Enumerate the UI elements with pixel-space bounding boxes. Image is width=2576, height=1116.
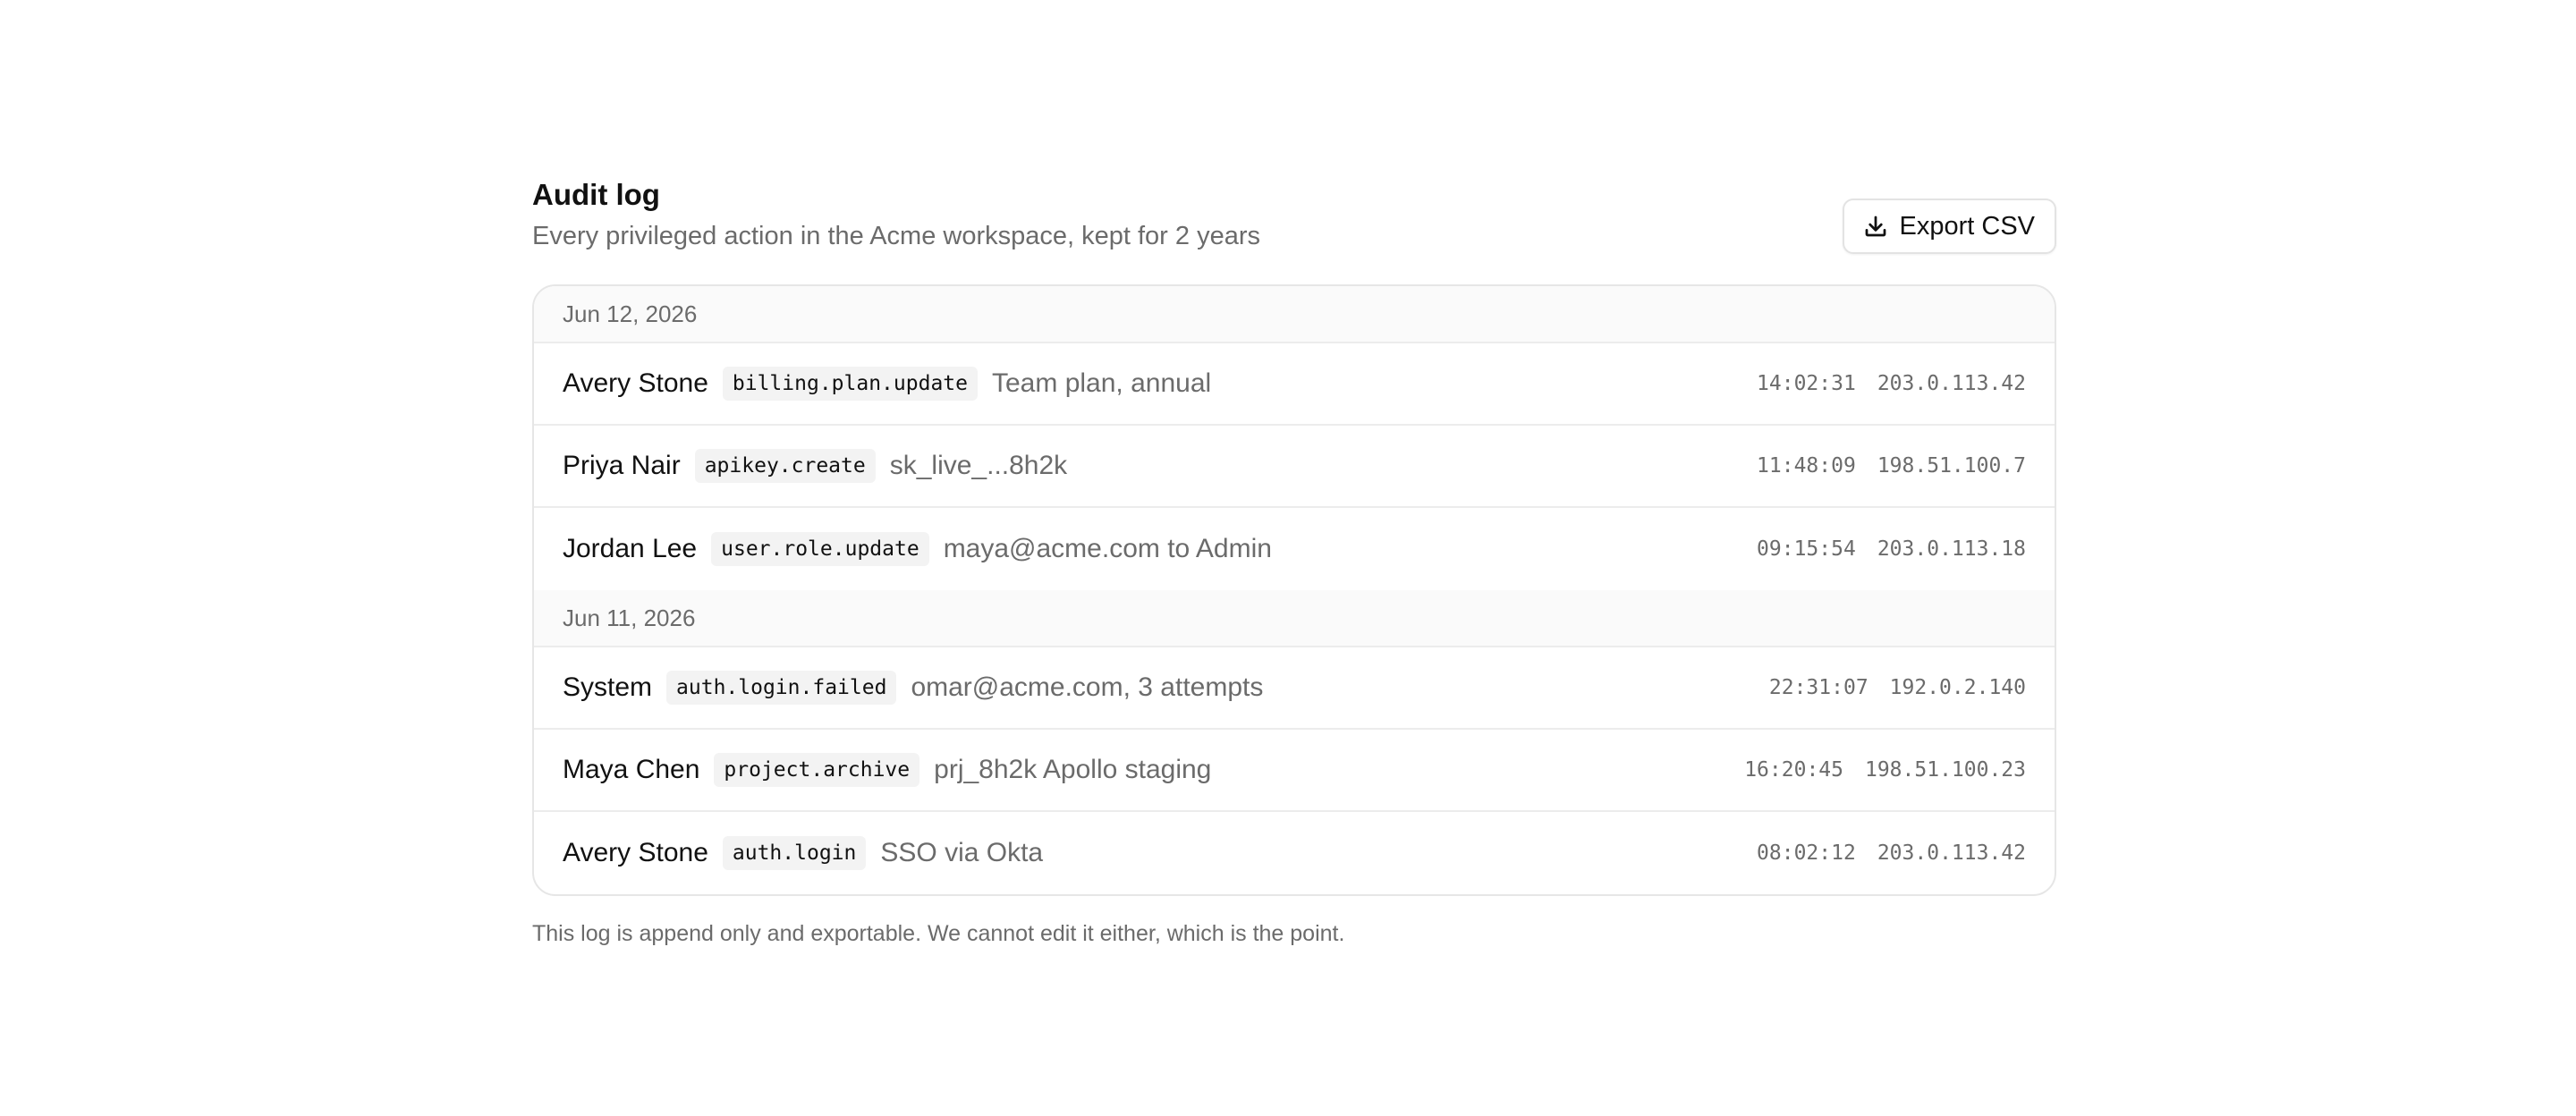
- action-code: billing.plan.update: [722, 367, 978, 401]
- action-code: auth.login.failed: [666, 671, 897, 705]
- entry-time: 16:20:45: [1744, 758, 1843, 782]
- entry-ip: 198.51.100.23: [1864, 758, 2026, 782]
- action-detail: SSO via Okta: [880, 838, 1044, 867]
- action-code: apikey.create: [694, 449, 876, 483]
- action-detail: omar@acme.com, 3 attempts: [911, 672, 1264, 702]
- actor-name: Jordan Lee: [563, 534, 698, 563]
- audit-log-header: Audit log Every privileged action in the…: [532, 175, 2056, 284]
- entry-ip: 203.0.113.42: [1877, 372, 2026, 395]
- page: Audit log Every privileged action in the…: [0, 0, 2576, 1116]
- actor-name: Priya Nair: [563, 451, 681, 480]
- action-detail: maya@acme.com to Admin: [943, 534, 1272, 563]
- page-subtitle: Every privileged action in the Acme work…: [532, 222, 1260, 250]
- audit-log-panel: Audit log Every privileged action in the…: [532, 175, 2056, 948]
- actor-name: Avery Stone: [563, 838, 708, 867]
- page-title: Audit log: [532, 178, 660, 211]
- entry-time: 08:02:12: [1757, 841, 1856, 865]
- date-group-header: Jun 11, 2026: [534, 590, 2055, 647]
- actor-name: System: [563, 672, 653, 702]
- entry-meta: 09:15:54 203.0.113.18: [1757, 537, 2026, 561]
- entry-meta: 11:48:09 198.51.100.7: [1757, 454, 2026, 478]
- log-entry-row[interactable]: Maya Chen project.archive prj_8h2k Apoll…: [534, 730, 2055, 812]
- entry-ip: 203.0.113.18: [1877, 537, 2026, 561]
- entry-ip: 203.0.113.42: [1877, 841, 2026, 865]
- entry-meta: 14:02:31 203.0.113.42: [1757, 372, 2026, 395]
- action-detail: Team plan, annual: [992, 368, 1212, 398]
- download-icon: [1862, 213, 1889, 240]
- action-detail: prj_8h2k Apollo staging: [934, 755, 1212, 784]
- entry-meta: 22:31:07 192.0.2.140: [1769, 676, 2026, 699]
- entry-time: 11:48:09: [1757, 454, 1856, 478]
- action-code: user.role.update: [711, 532, 929, 566]
- export-csv-button[interactable]: Export CSV: [1842, 199, 2056, 254]
- entry-time: 14:02:31: [1757, 372, 1856, 395]
- log-entry-row[interactable]: Avery Stone billing.plan.update Team pla…: [534, 343, 2055, 426]
- log-entry-row[interactable]: Avery Stone auth.login SSO via Okta 08:0…: [534, 812, 2055, 894]
- log-entry-row[interactable]: System auth.login.failed omar@acme.com, …: [534, 647, 2055, 730]
- date-group-header: Jun 12, 2026: [534, 286, 2055, 343]
- action-code: project.archive: [714, 753, 920, 787]
- actor-name: Maya Chen: [563, 755, 700, 784]
- actor-name: Avery Stone: [563, 368, 708, 398]
- log-entry-row[interactable]: Jordan Lee user.role.update maya@acme.co…: [534, 508, 2055, 590]
- entry-meta: 08:02:12 203.0.113.42: [1757, 841, 2026, 865]
- entry-time: 09:15:54: [1757, 537, 1856, 561]
- entry-ip: 192.0.2.140: [1889, 676, 2026, 699]
- audit-log-table: Jun 12, 2026 Avery Stone billing.plan.up…: [532, 284, 2056, 896]
- entry-meta: 16:20:45 198.51.100.23: [1744, 758, 2026, 782]
- entry-ip: 198.51.100.7: [1877, 454, 2026, 478]
- action-code: auth.login: [722, 836, 867, 870]
- log-entry-row[interactable]: Priya Nair apikey.create sk_live_...8h2k…: [534, 426, 2055, 508]
- entry-time: 22:31:07: [1768, 676, 1868, 699]
- export-csv-label: Export CSV: [1899, 211, 2036, 241]
- footnote: This log is append only and exportable. …: [532, 921, 1345, 946]
- action-detail: sk_live_...8h2k: [889, 451, 1068, 480]
